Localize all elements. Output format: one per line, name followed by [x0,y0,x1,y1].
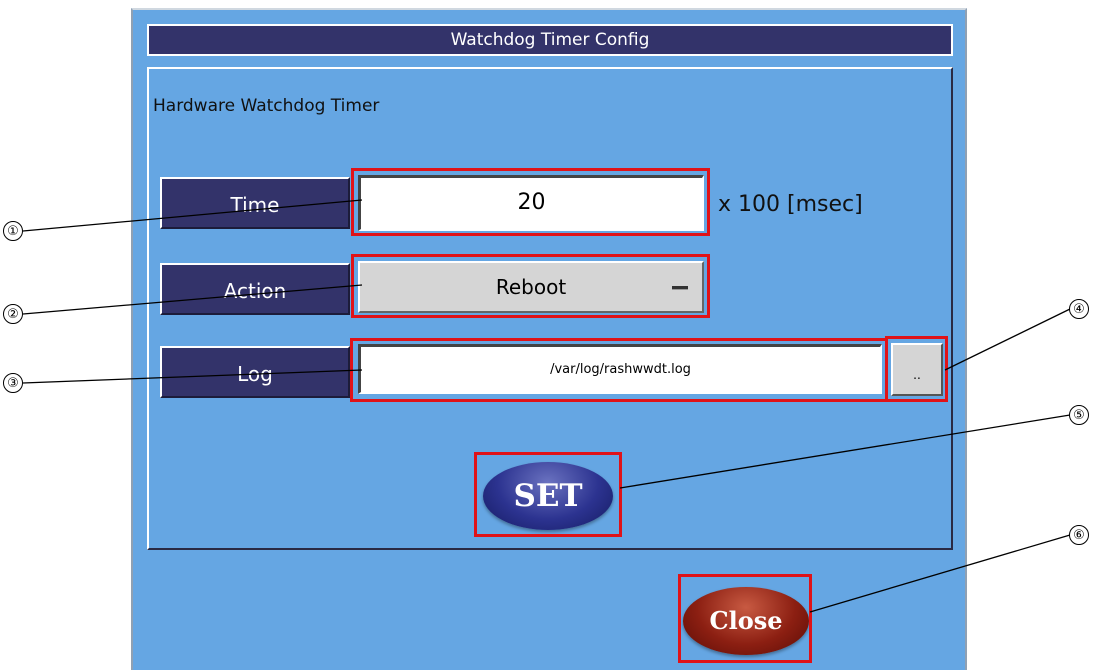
log-path-input[interactable]: /var/log/rashwwdt.log [358,344,882,394]
callout-2: ② [3,304,23,324]
time-input[interactable]: 20 [358,175,704,231]
window-title: Watchdog Timer Config [147,24,953,56]
callout-1: ① [3,221,23,241]
set-button[interactable]: SET [483,462,613,530]
group-title: Hardware Watchdog Timer [153,96,380,116]
time-unit-label: x 100 [msec] [718,192,863,217]
callout-6: ⑥ [1069,525,1089,545]
close-button[interactable]: Close [683,587,809,655]
action-select[interactable]: Reboot [358,261,704,313]
action-select-value: Reboot [495,275,567,299]
dropdown-indicator-icon [672,286,688,290]
log-label: Log [160,346,350,398]
action-label: Action [160,263,350,315]
callout-3: ③ [3,373,23,393]
time-label: Time [160,177,350,229]
browse-button[interactable]: .. [891,343,943,396]
callout-4: ④ [1069,299,1089,319]
callout-5: ⑤ [1069,405,1089,425]
